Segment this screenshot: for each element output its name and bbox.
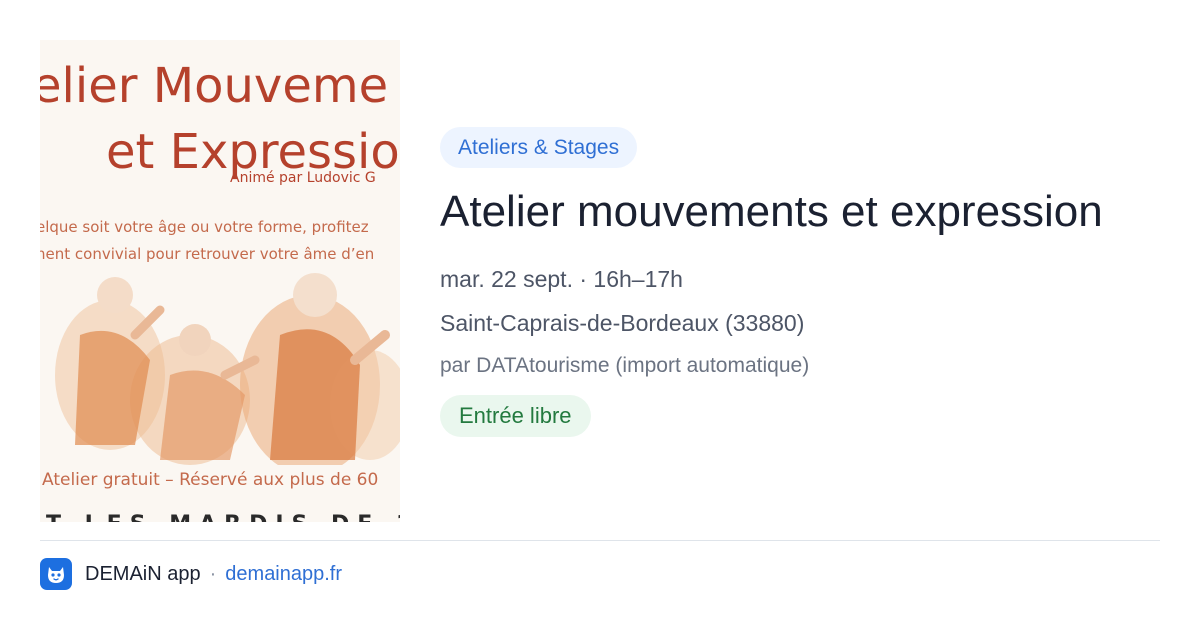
- category-badge[interactable]: Ateliers & Stages: [440, 127, 638, 168]
- footer-divider: [40, 540, 1160, 541]
- poster-title-line-2: et Expressio: [106, 124, 400, 180]
- event-datetime: mar. 22 sept. · 16h–17h: [440, 266, 683, 292]
- event-organizer: par DATAtourisme (import automatique): [440, 354, 810, 377]
- poster-text-line-2: nent convivial pour retrouver votre âme …: [40, 245, 375, 263]
- price-badge: Entrée libre: [440, 395, 591, 437]
- app-url-link[interactable]: demainapp.fr: [225, 563, 342, 586]
- poster-footer-text: Atelier gratuit – Réservé aux plus de 60: [42, 470, 379, 490]
- event-location: Saint-Caprais-de-Bordeaux (33880): [440, 310, 805, 336]
- poster-title-line-1: elier Mouveme: [40, 58, 389, 114]
- event-title: Atelier mouvements et expression: [440, 187, 1103, 236]
- event-poster-image: elier Mouveme et Expressio Animé par Lud…: [40, 40, 400, 522]
- poster-subtitle: Animé par Ludovic G: [230, 170, 376, 186]
- poster-text-line-1: elque soit votre âge ou votre forme, pro…: [40, 218, 369, 236]
- app-name: DEMAiN app: [85, 562, 201, 585]
- poster-dancers-illustration: [55, 273, 400, 465]
- footer-separator: ·: [209, 562, 217, 585]
- app-footer: DEMAiN app · demainapp.fr: [40, 557, 342, 591]
- demain-app-logo-icon: [40, 558, 72, 590]
- poster-cut-text: T LES MARDIS DE 16H: [46, 512, 400, 522]
